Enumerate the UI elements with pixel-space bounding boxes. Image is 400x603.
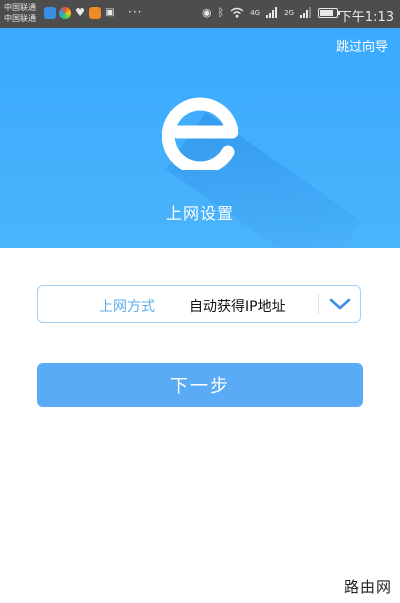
- connection-method-label: 上网方式: [99, 299, 155, 315]
- connection-method-select[interactable]: 上网方式 自动获得IP地址: [37, 285, 361, 323]
- app-icon-blue: [44, 7, 56, 19]
- e-logo-icon: [162, 97, 238, 170]
- signal-icon-2: [300, 7, 311, 18]
- network-type-2: 2G: [284, 8, 294, 17]
- app-icon-colorful: [59, 7, 71, 19]
- next-step-button[interactable]: 下一步: [37, 363, 363, 407]
- wifi-icon: [230, 7, 244, 18]
- carrier-1: 中国联通: [4, 3, 36, 12]
- battery-icon: [318, 7, 340, 18]
- select-divider: [318, 294, 319, 314]
- watermark: 路由网: [343, 578, 392, 596]
- signal-icon: [266, 7, 278, 18]
- clock: 下午1:13: [338, 10, 394, 25]
- page-title: 上网设置: [165, 204, 234, 223]
- network-type-1: 4G: [250, 8, 261, 17]
- lock-icon: ▣: [105, 7, 115, 18]
- skip-wizard-link[interactable]: 跳过向导: [336, 36, 388, 55]
- chevron-down-icon[interactable]: [328, 295, 352, 313]
- heart-icon: ♥: [75, 6, 85, 19]
- notification-icons: ♥ ▣: [44, 7, 116, 19]
- header-banner: 跳过向导 上网设置: [0, 28, 400, 248]
- carrier-2: 中国联通: [4, 14, 36, 23]
- app-icon-orange: [89, 7, 101, 19]
- bluetooth-icon: ᛒ: [217, 6, 225, 19]
- more-notifications: ···: [128, 5, 143, 19]
- system-icons: ◉ ᛒ 4G 2G: [202, 6, 340, 19]
- carrier-info: 中国联通 中国联通: [4, 2, 36, 24]
- connection-method-value: 自动获得IP地址: [189, 299, 286, 315]
- status-bar: 中国联通 中国联通 ♥ ▣ ··· ◉ ᛒ 4G 2G 下午1:13: [0, 0, 400, 28]
- battery-level: [320, 9, 333, 16]
- location-icon: ◉: [202, 6, 212, 19]
